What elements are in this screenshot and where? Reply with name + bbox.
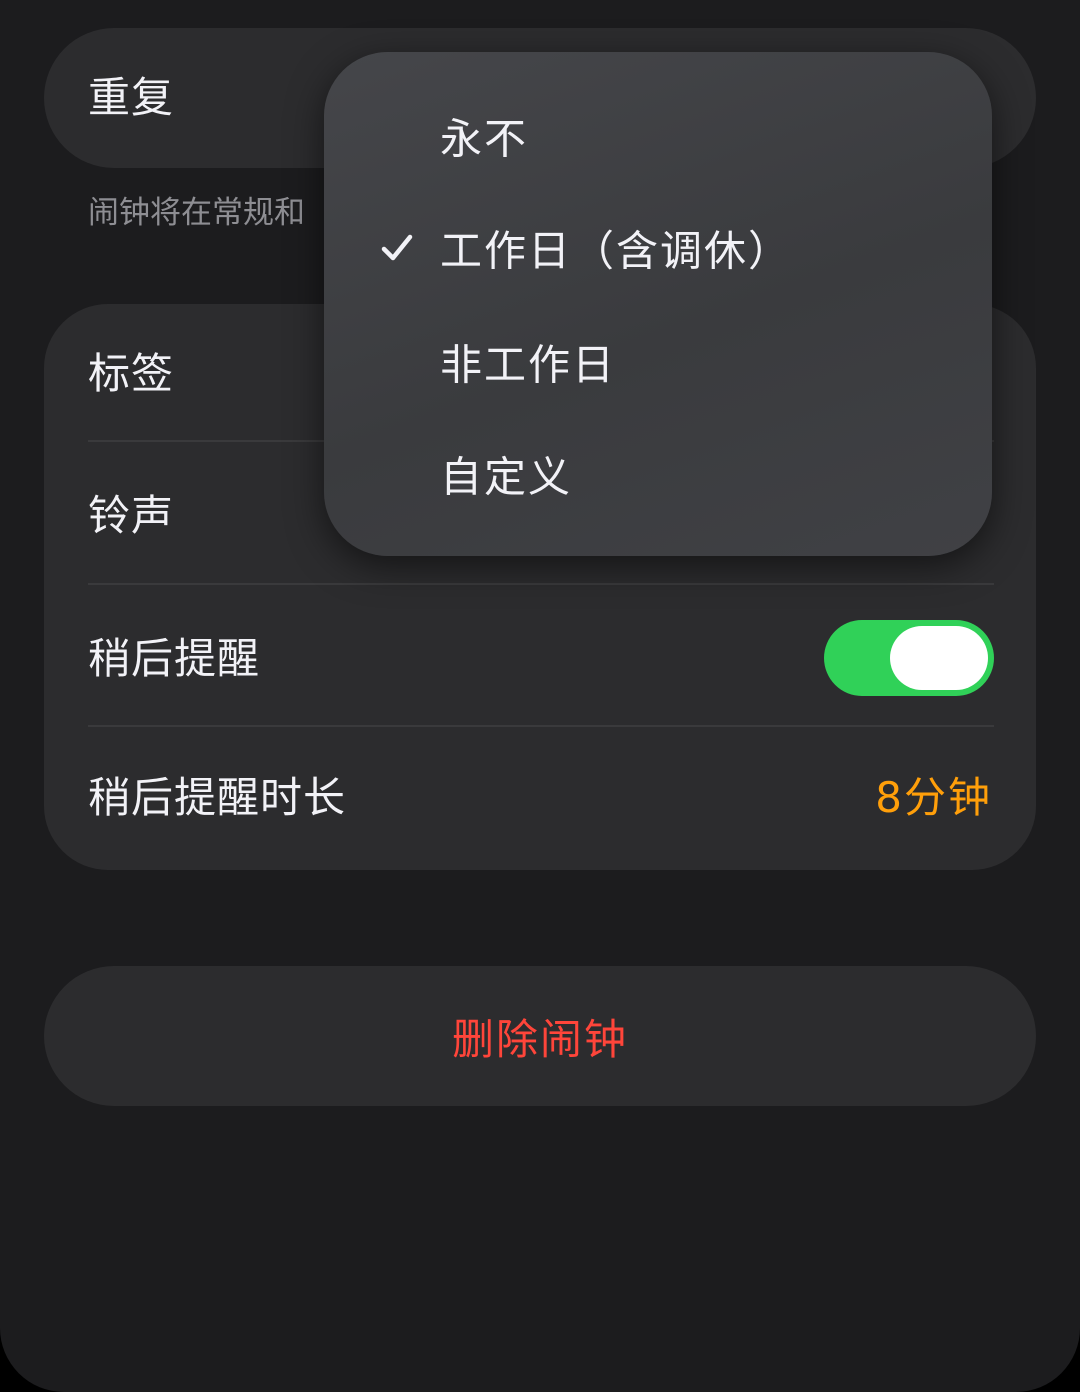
repeat-label: 重复 xyxy=(88,73,175,122)
menu-item-never[interactable]: 永不 xyxy=(324,80,992,192)
snooze-duration-label: 稍后提醒时长 xyxy=(88,773,347,822)
snooze-row-label: 稍后提醒 xyxy=(88,634,261,683)
menu-item-label: 工作日（含调休） xyxy=(440,226,793,276)
menu-item-label: 自定义 xyxy=(440,452,573,502)
label-row-label: 标签 xyxy=(88,349,175,398)
snooze-toggle[interactable] xyxy=(824,620,994,696)
menu-item-label: 永不 xyxy=(440,114,529,164)
menu-item-non-workdays[interactable]: 非工作日 xyxy=(324,306,992,418)
alarm-edit-sheet: 重复 闹钟将在常规和 标签 铃声 稍后提醒 稍后提醒时长 8分钟 删除闹钟 永不 xyxy=(0,0,1080,1392)
menu-item-workdays[interactable]: 工作日（含调休） xyxy=(324,192,992,304)
menu-item-label: 非工作日 xyxy=(440,340,617,390)
repeat-dropdown-menu: 永不 工作日（含调休） 非工作日 自定义 xyxy=(324,52,992,556)
menu-item-custom[interactable]: 自定义 xyxy=(324,418,992,530)
checkmark-icon xyxy=(381,234,413,261)
toggle-knob xyxy=(890,626,988,690)
delete-alarm-label: 删除闹钟 xyxy=(451,1014,628,1064)
delete-alarm-button[interactable]: 删除闹钟 xyxy=(44,966,1036,1106)
snooze-duration-row[interactable]: 稍后提醒时长 8分钟 xyxy=(44,727,1036,870)
repeat-hint-text: 闹钟将在常规和 xyxy=(88,196,305,230)
ringtone-row-label: 铃声 xyxy=(88,491,175,540)
snooze-duration-value: 8分钟 xyxy=(875,773,992,822)
